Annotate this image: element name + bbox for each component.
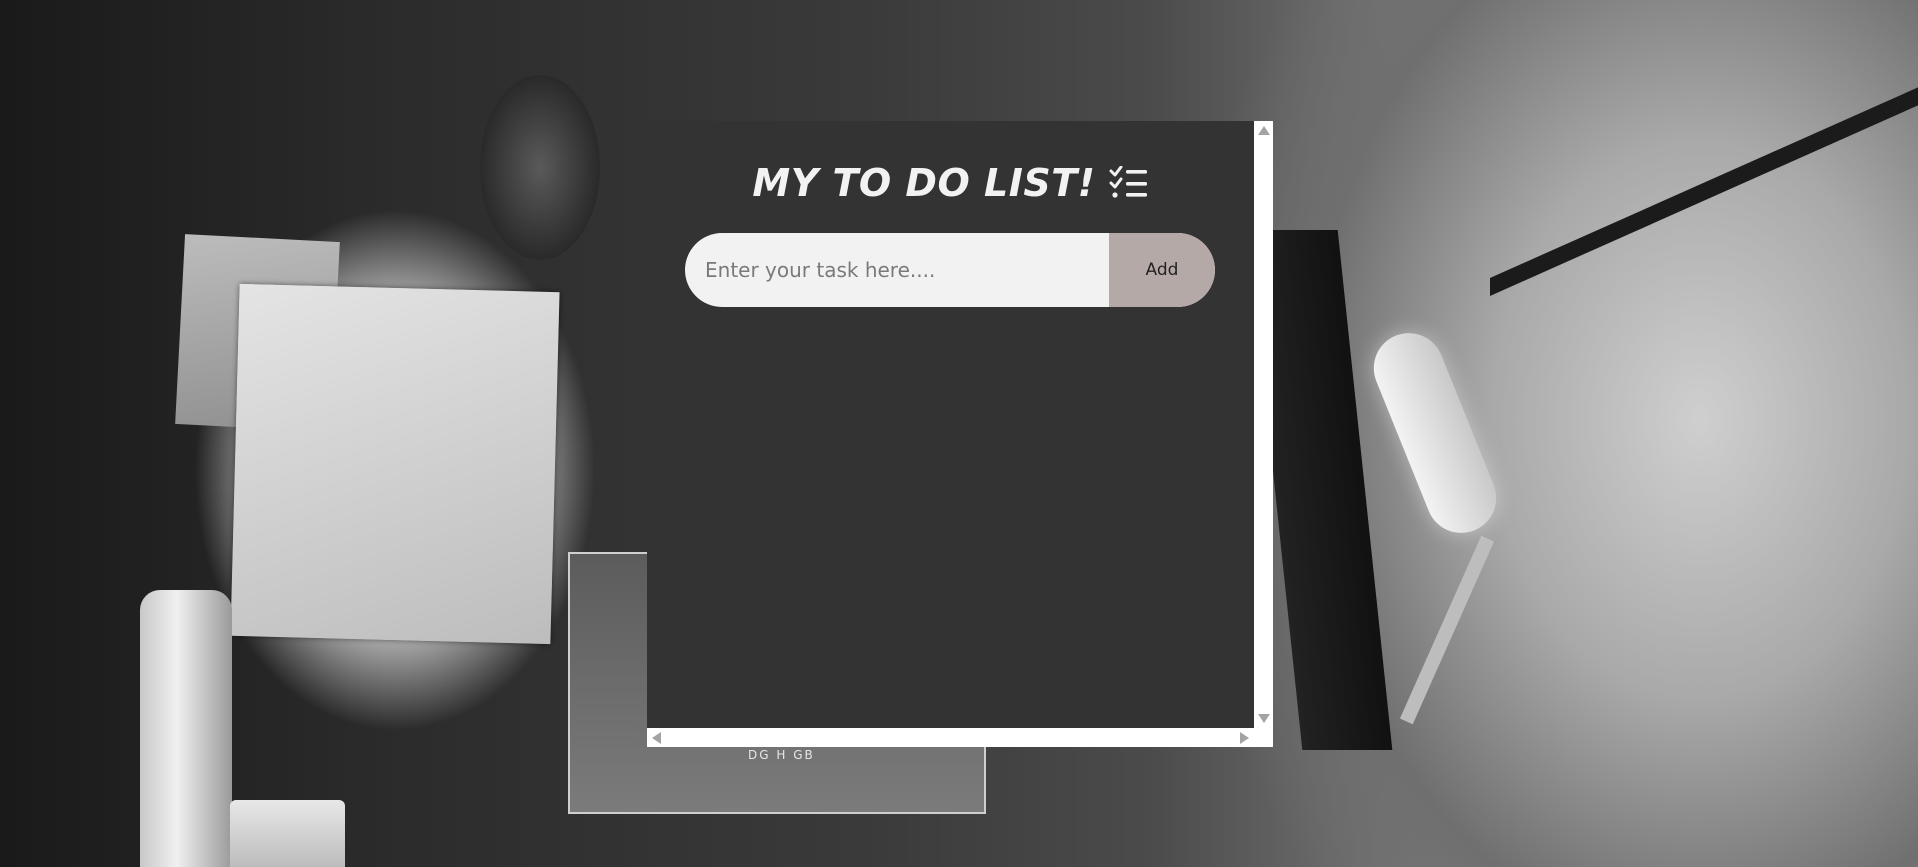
task-list (685, 331, 1215, 711)
scroll-down-arrow-icon[interactable] (1258, 714, 1270, 723)
task-input-row: Add (685, 233, 1215, 307)
stapler (140, 590, 232, 867)
lamp-arm (1399, 535, 1495, 725)
scrollbar-corner (1254, 728, 1273, 747)
pinned-paper (230, 283, 560, 645)
checklist-icon (1109, 165, 1149, 200)
add-task-button[interactable]: Add (1109, 233, 1215, 307)
scroll-right-arrow-icon[interactable] (1240, 732, 1249, 744)
todo-app-container[interactable]: MY TO DO LIST! Add (647, 121, 1254, 728)
app-title: MY TO DO LIST! (752, 161, 1096, 205)
picture-frame (1490, 0, 1918, 296)
title-row: MY TO DO LIST! (647, 161, 1254, 205)
plush-toy (480, 75, 600, 260)
todo-app-frame: MY TO DO LIST! Add (647, 121, 1273, 747)
horizontal-scrollbar[interactable] (647, 728, 1254, 747)
scroll-up-arrow-icon[interactable] (1258, 126, 1270, 135)
poster-text: DG H GB (748, 748, 815, 762)
desk-lamp (1363, 322, 1507, 544)
pen-cup (230, 800, 345, 867)
task-input[interactable] (685, 233, 1110, 307)
vertical-scrollbar[interactable] (1254, 121, 1273, 728)
scroll-left-arrow-icon[interactable] (652, 732, 661, 744)
